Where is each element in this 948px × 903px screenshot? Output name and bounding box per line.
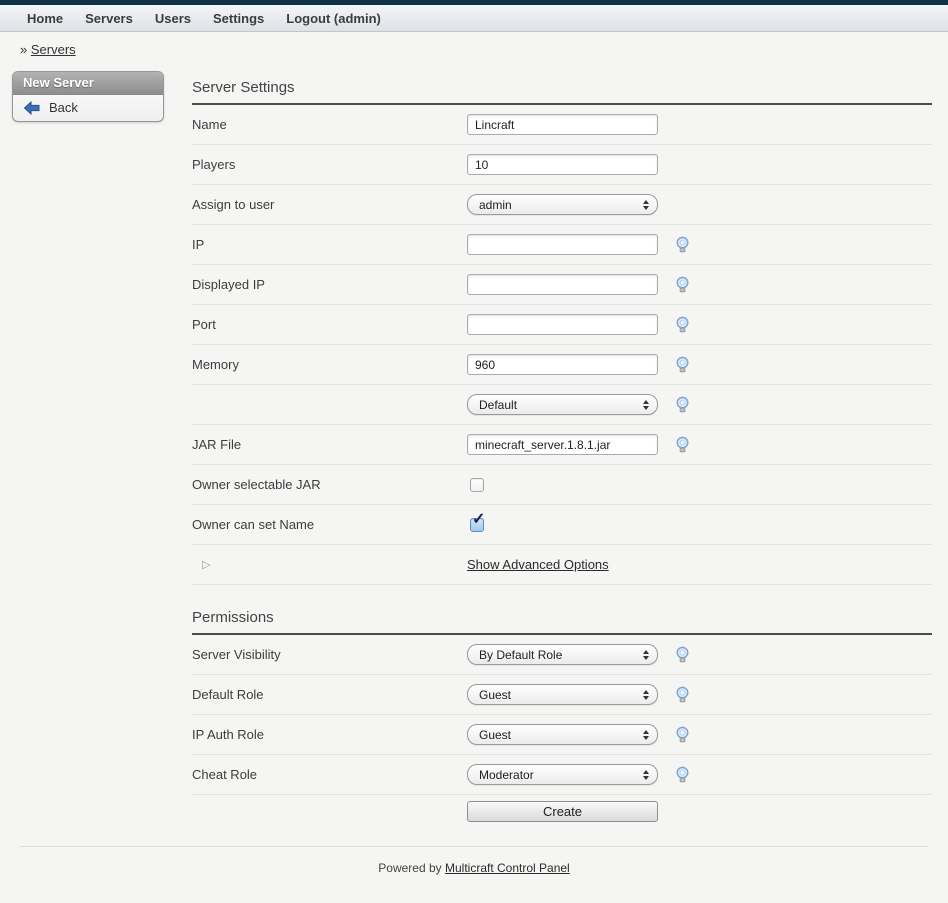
form-row-displayed-ip: Displayed IP [192, 265, 932, 305]
help-lightbulb-icon[interactable] [675, 646, 690, 663]
form-row-assign-to-user: Assign to user admin [192, 185, 932, 225]
assign-to-user-label: Assign to user [192, 197, 467, 212]
memory-unit-select[interactable]: Default [467, 394, 658, 415]
server-visibility-select[interactable]: By Default Role [467, 644, 658, 665]
checkmark-icon: ✓ [472, 512, 485, 528]
arrow-left-icon [23, 101, 41, 115]
form-row-ip: IP [192, 225, 932, 265]
owner-selectable-jar-label: Owner selectable JAR [192, 477, 467, 492]
form-row-memory: Memory [192, 345, 932, 385]
breadcrumb-prefix: » [20, 42, 27, 57]
main-content: Server Settings Name Players Assign to u… [192, 63, 932, 836]
name-label: Name [192, 117, 467, 132]
ip-label: IP [192, 237, 467, 252]
show-advanced-options-link[interactable]: Show Advanced Options [467, 557, 609, 572]
footer-link-multicraft[interactable]: Multicraft Control Panel [445, 861, 570, 875]
port-label: Port [192, 317, 467, 332]
triangle-right-icon: ▷ [192, 558, 467, 571]
owner-can-set-name-label: Owner can set Name [192, 517, 467, 532]
nav-item-servers[interactable]: Servers [85, 11, 133, 26]
help-lightbulb-icon[interactable] [675, 356, 690, 373]
jar-file-label: JAR File [192, 437, 467, 452]
back-label: Back [49, 100, 78, 115]
help-lightbulb-icon[interactable] [675, 276, 690, 293]
nav-item-logout[interactable]: Logout (admin) [286, 11, 381, 26]
players-input[interactable] [467, 154, 658, 175]
jar-file-input[interactable] [467, 434, 658, 455]
form-row-default-role: Default Role Guest [192, 675, 932, 715]
name-input[interactable] [467, 114, 658, 135]
form-row-advanced-options: ▷ Show Advanced Options [192, 545, 932, 585]
footer: Powered by Multicraft Control Panel [0, 847, 948, 893]
form-row-jar-file: JAR File [192, 425, 932, 465]
displayed-ip-label: Displayed IP [192, 277, 467, 292]
cheat-role-label: Cheat Role [192, 767, 467, 782]
ip-auth-role-label: IP Auth Role [192, 727, 467, 742]
help-lightbulb-icon[interactable] [675, 436, 690, 453]
nav-item-users[interactable]: Users [155, 11, 191, 26]
displayed-ip-input[interactable] [467, 274, 658, 295]
breadcrumb: » Servers [20, 42, 948, 57]
owner-selectable-jar-checkbox[interactable]: ✓ [470, 478, 484, 492]
ip-input[interactable] [467, 234, 658, 255]
players-label: Players [192, 157, 467, 172]
form-row-memory-unit: Default [192, 385, 932, 425]
server-visibility-label: Server Visibility [192, 647, 467, 662]
permissions-heading: Permissions [192, 609, 932, 635]
owner-can-set-name-checkbox[interactable]: ✓ [470, 518, 484, 532]
form-row-owner-can-set-name: Owner can set Name ✓ [192, 505, 932, 545]
help-lightbulb-icon[interactable] [675, 236, 690, 253]
form-row-name: Name [192, 105, 932, 145]
back-button[interactable]: Back [23, 100, 153, 115]
form-row-port: Port [192, 305, 932, 345]
cheat-role-select[interactable]: Moderator [467, 764, 658, 785]
help-lightbulb-icon[interactable] [675, 686, 690, 703]
form-row-players: Players [192, 145, 932, 185]
new-server-widget: New Server Back [12, 71, 164, 122]
nav-item-home[interactable]: Home [27, 11, 63, 26]
default-role-label: Default Role [192, 687, 467, 702]
widget-title: New Server [13, 72, 163, 95]
ip-auth-role-select[interactable]: Guest [467, 724, 658, 745]
help-lightbulb-icon[interactable] [675, 396, 690, 413]
memory-label: Memory [192, 357, 467, 372]
sidebar: New Server Back [0, 63, 192, 122]
main-navbar: Home Servers Users Settings Logout (admi… [0, 5, 948, 32]
form-row-ip-auth-role: IP Auth Role Guest [192, 715, 932, 755]
default-role-select[interactable]: Guest [467, 684, 658, 705]
help-lightbulb-icon[interactable] [675, 726, 690, 743]
breadcrumb-link-servers[interactable]: Servers [31, 42, 76, 57]
assign-to-user-select[interactable]: admin [467, 194, 658, 215]
form-row-server-visibility: Server Visibility By Default Role [192, 635, 932, 675]
form-row-cheat-role: Cheat Role Moderator [192, 755, 932, 795]
nav-item-settings[interactable]: Settings [213, 11, 264, 26]
server-settings-heading: Server Settings [192, 79, 932, 105]
create-button[interactable]: Create [467, 801, 658, 822]
help-lightbulb-icon[interactable] [675, 766, 690, 783]
footer-text: Powered by [378, 861, 441, 875]
form-row-owner-selectable-jar: Owner selectable JAR ✓ [192, 465, 932, 505]
help-lightbulb-icon[interactable] [675, 316, 690, 333]
form-row-submit: Create [192, 795, 932, 836]
port-input[interactable] [467, 314, 658, 335]
memory-input[interactable] [467, 354, 658, 375]
